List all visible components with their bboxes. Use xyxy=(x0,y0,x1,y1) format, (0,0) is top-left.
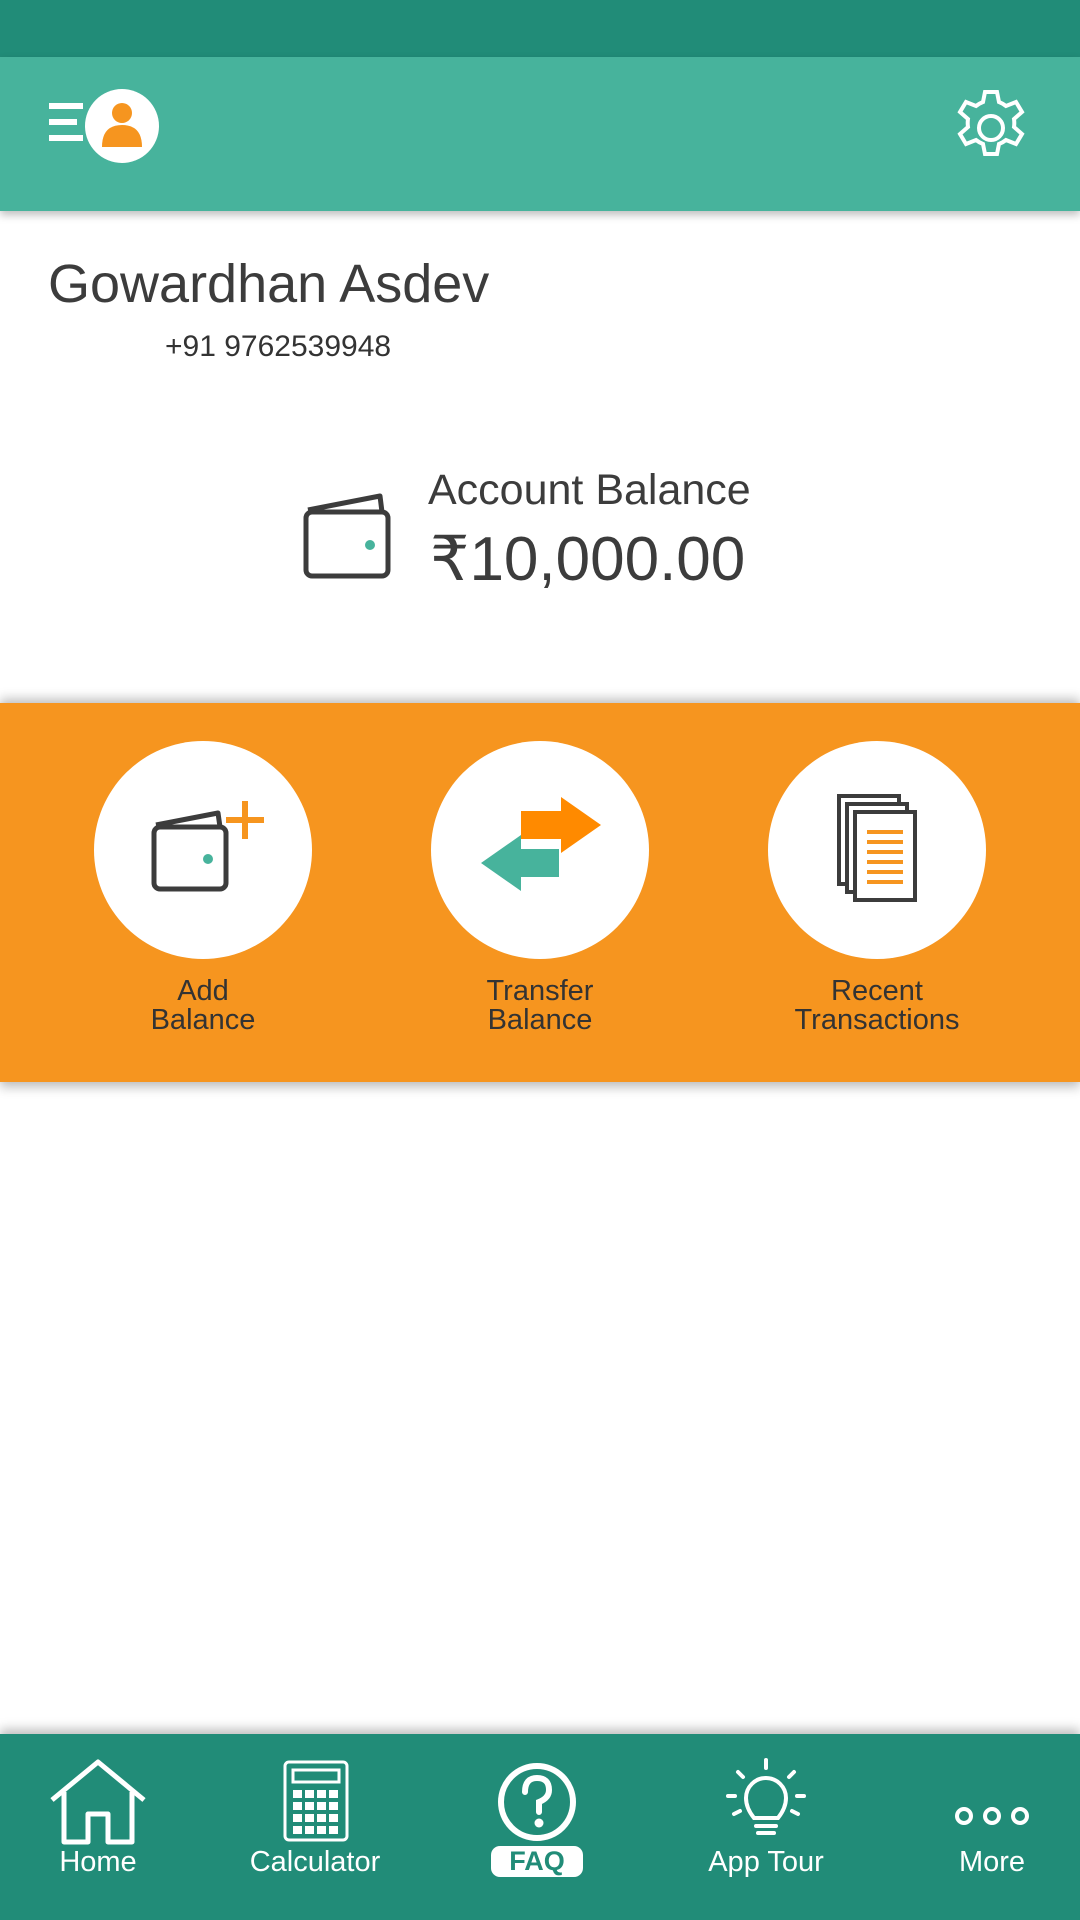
add-balance-label-line1: Add xyxy=(177,975,229,1007)
profile-menu-button[interactable] xyxy=(44,85,164,165)
quick-actions: Add Balance Transfer Balance Recent Tran… xyxy=(0,703,1080,1082)
nav-calculator[interactable]: Calculator xyxy=(225,1756,405,1906)
balance-amount: ₹10,000.00 xyxy=(430,525,746,594)
wallet-icon xyxy=(300,488,395,583)
question-icon xyxy=(498,1763,576,1841)
nav-calculator-label: Calculator xyxy=(249,1846,381,1878)
nav-home[interactable]: Home xyxy=(8,1756,188,1906)
bottom-nav: Home Calculator FAQ App Tour More xyxy=(0,1734,1080,1920)
recent-transactions-label: Recent Transactions xyxy=(747,977,1007,1035)
transfer-balance-label-line2: Balance xyxy=(487,1004,593,1036)
recent-transactions-label-line1: Recent xyxy=(831,975,923,1007)
add-balance-label-line2: Balance xyxy=(150,1004,256,1036)
lightbulb-icon xyxy=(726,1758,806,1835)
wallet-plus-icon xyxy=(151,801,264,892)
documents-icon xyxy=(837,794,917,902)
recent-transactions-label-line2: Transactions xyxy=(794,1004,960,1036)
nav-faq-label: FAQ xyxy=(491,1846,583,1877)
nav-more[interactable]: More xyxy=(902,1756,1080,1906)
nav-home-label: Home xyxy=(59,1846,137,1878)
add-balance-button[interactable]: Add Balance xyxy=(73,741,333,1035)
gear-icon xyxy=(957,90,1025,156)
recent-transactions-button[interactable]: Recent Transactions xyxy=(747,741,1007,1035)
nav-more-label: More xyxy=(958,1846,1026,1878)
balance-label: Account Balance xyxy=(428,466,751,514)
transfer-arrows-icon xyxy=(481,797,601,891)
nav-faq[interactable]: FAQ xyxy=(447,1756,627,1906)
user-name: Gowardhan Asdev xyxy=(48,254,490,314)
status-bar xyxy=(0,0,1080,57)
settings-button[interactable] xyxy=(950,87,1032,169)
add-balance-label: Add Balance xyxy=(73,977,333,1035)
transfer-balance-label: Transfer Balance xyxy=(410,977,670,1035)
transfer-balance-button[interactable]: Transfer Balance xyxy=(410,741,670,1035)
more-dots-icon xyxy=(955,1807,1029,1825)
nav-app-tour-label: App Tour xyxy=(708,1846,824,1878)
app-bar xyxy=(0,57,1080,211)
calculator-icon xyxy=(283,1760,349,1842)
recent-transactions-circle xyxy=(768,741,986,959)
add-balance-circle xyxy=(94,741,312,959)
transfer-balance-circle xyxy=(431,741,649,959)
nav-app-tour[interactable]: App Tour xyxy=(676,1756,856,1906)
user-phone: +91 9762539948 xyxy=(165,330,392,363)
home-icon xyxy=(50,1759,146,1845)
transfer-balance-label-line1: Transfer xyxy=(486,975,594,1007)
profile-menu-icon xyxy=(49,89,159,163)
